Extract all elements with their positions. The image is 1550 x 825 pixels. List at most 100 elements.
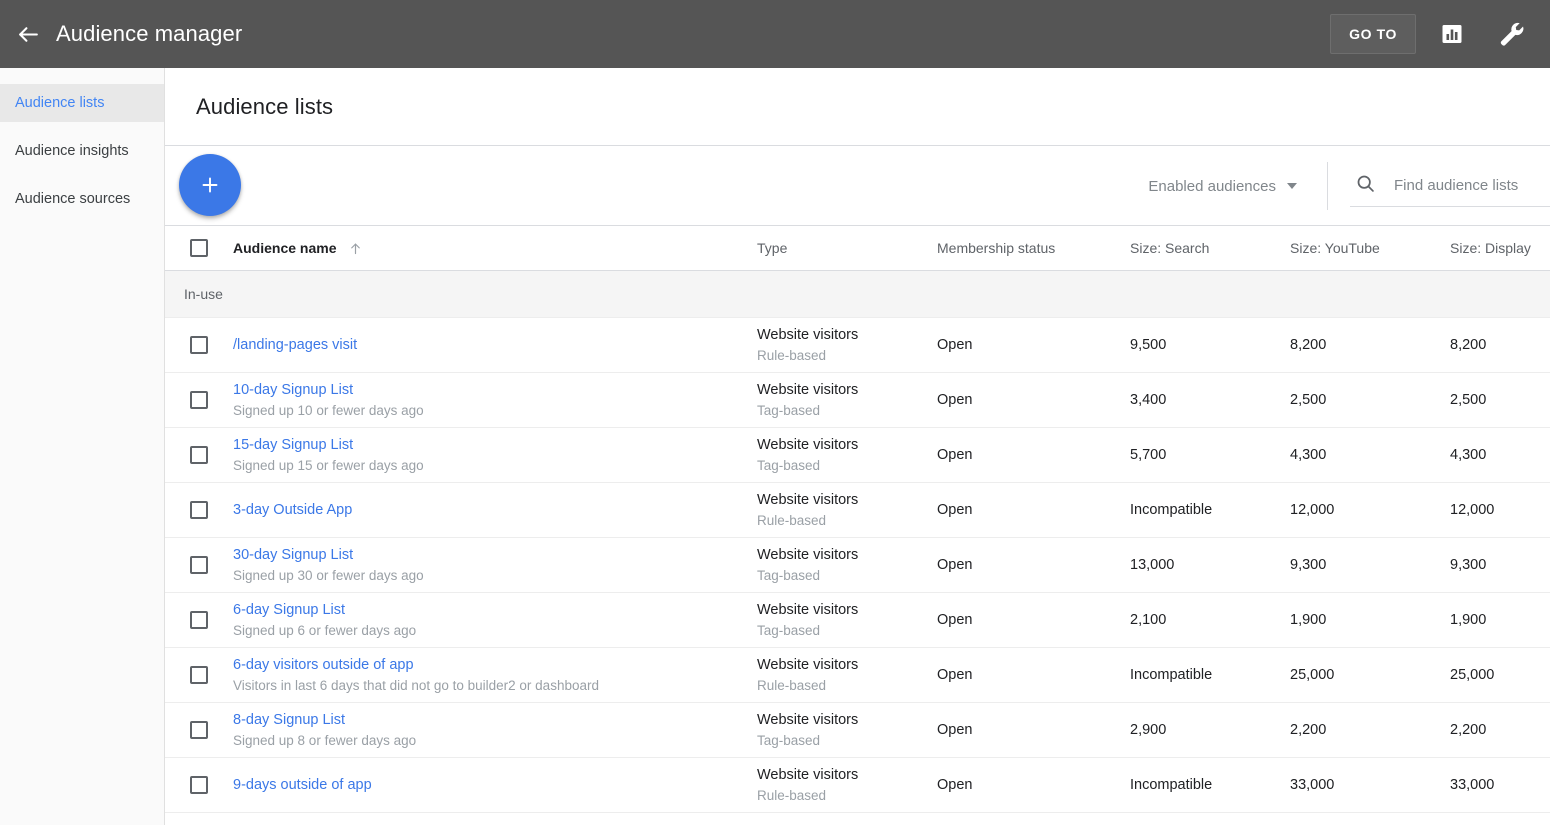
table-row[interactable]: 8-day Signup ListSigned up 8 or fewer da…: [165, 703, 1550, 758]
table-row[interactable]: 6-day visitors outside of appVisitors in…: [165, 648, 1550, 703]
size-search-cell: 3,400: [1130, 373, 1290, 427]
column-header-label: Audience name: [233, 240, 336, 256]
size-display-value: 12,000: [1450, 502, 1494, 518]
audience-type-detail: Rule-based: [757, 512, 937, 530]
table-row[interactable]: 10-day Signup ListSigned up 10 or fewer …: [165, 373, 1550, 428]
audience-name-link[interactable]: 8-day Signup List: [233, 711, 345, 730]
back-button[interactable]: [6, 12, 50, 56]
audience-type-cell: Website visitorsTag-based: [757, 593, 937, 647]
size-youtube-cell: 33,000: [1290, 758, 1450, 812]
sidebar-item-audience-sources[interactable]: Audience sources: [0, 180, 164, 218]
audience-type-detail: Tag-based: [757, 732, 937, 750]
row-checkbox[interactable]: [190, 666, 208, 684]
size-youtube-cell: 9,300: [1290, 538, 1450, 592]
select-all-checkbox[interactable]: [190, 239, 208, 257]
membership-status-value: Open: [937, 502, 972, 518]
main-content: Audience lists Enabled audiences: [165, 68, 1550, 825]
tools-button[interactable]: [1488, 10, 1536, 58]
size-youtube-cell: 4,300: [1290, 428, 1450, 482]
row-checkbox[interactable]: [190, 556, 208, 574]
size-search-cell: Incompatible: [1130, 483, 1290, 537]
go-to-button[interactable]: GO TO: [1330, 14, 1416, 54]
audience-type-cell: Website visitorsRule-based: [757, 318, 937, 372]
audience-name-link[interactable]: 6-day Signup List: [233, 601, 345, 620]
row-checkbox[interactable]: [190, 721, 208, 739]
sidebar: Audience lists Audience insights Audienc…: [0, 68, 165, 825]
size-youtube-value: 8,200: [1290, 337, 1326, 353]
column-header-size-display[interactable]: Size: Display: [1450, 240, 1531, 256]
audience-type-cell: Website visitorsRule-based: [757, 758, 937, 812]
size-display-value: 33,000: [1450, 777, 1494, 793]
size-search-value: 2,100: [1130, 612, 1166, 628]
audience-type: Website visitors: [757, 491, 937, 510]
membership-status-cell: Open: [937, 703, 1130, 757]
audience-name-cell: 30-day Signup List Signed up 30 or fewer …: [233, 538, 757, 592]
table-row[interactable]: 15-day Signup ListSigned up 15 or fewer …: [165, 428, 1550, 483]
row-checkbox[interactable]: [190, 391, 208, 409]
size-search-value: 5,700: [1130, 447, 1166, 463]
row-checkbox[interactable]: [190, 501, 208, 519]
sidebar-item-label: Audience lists: [15, 95, 104, 111]
row-select-cell: [165, 538, 233, 592]
column-header-type-cell: Type: [757, 226, 937, 270]
page-header: Audience lists: [165, 68, 1550, 146]
size-display-value: 9,300: [1450, 557, 1486, 573]
column-header-membership-status[interactable]: Membership status: [937, 240, 1055, 256]
audience-type-cell: Website visitorsTag-based: [757, 428, 937, 482]
table-row[interactable]: 30-day Signup List Signed up 30 or fewer …: [165, 538, 1550, 593]
size-youtube-value: 33,000: [1290, 777, 1334, 793]
size-search-value: Incompatible: [1130, 667, 1212, 683]
membership-status-value: Open: [937, 722, 972, 738]
table-row[interactable]: 6-day Signup List Signed up 6 or fewer da…: [165, 593, 1550, 648]
membership-status-value: Open: [937, 337, 972, 353]
table-section-label: In-use: [184, 286, 223, 302]
search-input[interactable]: [1394, 177, 1550, 194]
row-checkbox[interactable]: [190, 611, 208, 629]
reports-button[interactable]: [1428, 10, 1476, 58]
audience-name-link[interactable]: 9-days outside of app: [233, 776, 372, 795]
size-youtube-cell: 8,200: [1290, 318, 1450, 372]
audience-description: Signed up 30 or fewer days ago: [233, 567, 757, 585]
size-search-value: Incompatible: [1130, 777, 1212, 793]
audience-type-detail: Tag-based: [757, 457, 937, 475]
membership-status-value: Open: [937, 447, 972, 463]
sidebar-item-audience-insights[interactable]: Audience insights: [0, 132, 164, 170]
membership-status-value: Open: [937, 667, 972, 683]
audience-name-link[interactable]: 30-day Signup List: [233, 546, 353, 565]
row-checkbox[interactable]: [190, 776, 208, 794]
size-search-value: Incompatible: [1130, 502, 1212, 518]
column-header-size-youtube[interactable]: Size: YouTube: [1290, 240, 1380, 256]
sidebar-item-audience-lists[interactable]: Audience lists: [0, 84, 164, 122]
audience-type-cell: Website visitorsTag-based: [757, 373, 937, 427]
table-row[interactable]: /landing-pages visit Website visitorsRule…: [165, 318, 1550, 373]
audience-name-link[interactable]: 3-day Outside App: [233, 501, 352, 520]
search-button[interactable]: [1350, 173, 1380, 199]
column-header-size-search[interactable]: Size: Search: [1130, 240, 1209, 256]
row-checkbox[interactable]: [190, 446, 208, 464]
size-display-cell: 1,900: [1450, 593, 1550, 647]
audience-name-link[interactable]: /landing-pages visit: [233, 336, 357, 355]
row-checkbox[interactable]: [190, 336, 208, 354]
table-row[interactable]: 9-days outside of app Website visitorsRul…: [165, 758, 1550, 813]
column-header-size-search-cell: Size: Search: [1130, 226, 1290, 270]
plus-icon: [198, 173, 222, 197]
search-box: [1350, 165, 1550, 207]
column-header-audience-name[interactable]: Audience name: [233, 240, 757, 256]
sidebar-item-label: Audience insights: [15, 143, 129, 159]
audience-name-link[interactable]: 15-day Signup List: [233, 436, 353, 455]
size-display-cell: 25,000: [1450, 648, 1550, 702]
table-row[interactable]: 3-day Outside App Website visitors Rule-ba…: [165, 483, 1550, 538]
audience-filter-dropdown[interactable]: Enabled audiences: [1144, 170, 1301, 203]
size-search-cell: 9,500: [1130, 318, 1290, 372]
wrench-icon: [1499, 21, 1525, 47]
audience-description: Signed up 6 or fewer days ago: [233, 622, 757, 640]
audience-name-link[interactable]: 10-day Signup List: [233, 381, 353, 400]
column-header-type[interactable]: Type: [757, 240, 937, 256]
audience-filter-label: Enabled audiences: [1148, 178, 1276, 195]
row-select-cell: [165, 703, 233, 757]
create-audience-button[interactable]: [179, 154, 241, 216]
size-search-value: 9,500: [1130, 337, 1166, 353]
row-select-cell: [165, 428, 233, 482]
audience-name-link[interactable]: 6-day visitors outside of app: [233, 656, 414, 675]
audience-type-detail: Tag-based: [757, 622, 937, 640]
